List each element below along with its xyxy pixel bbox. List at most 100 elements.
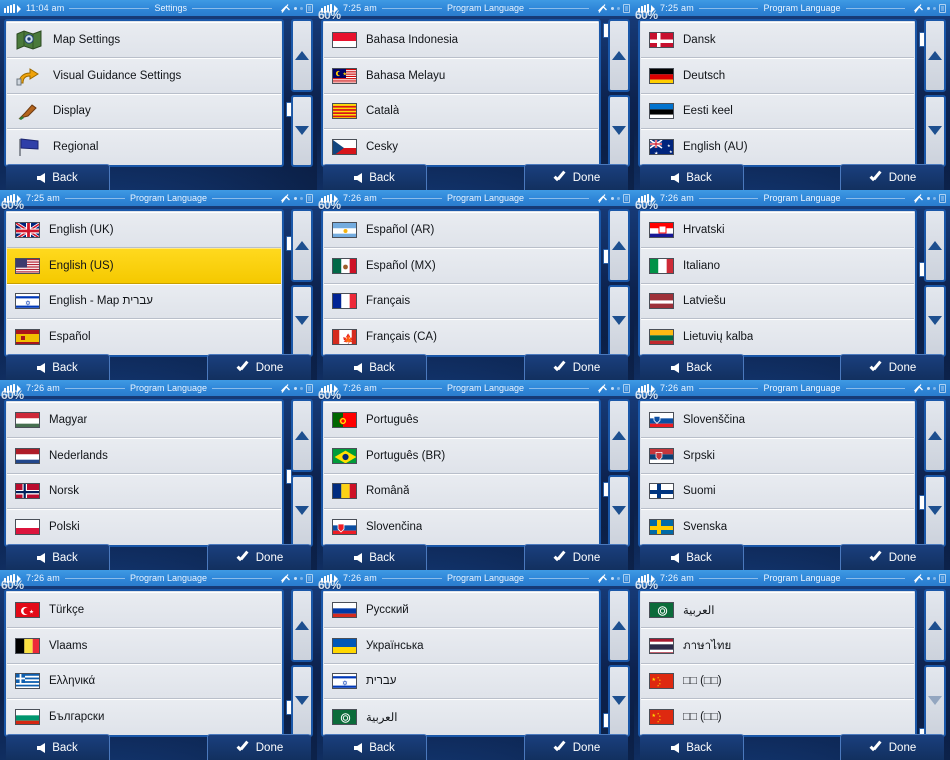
back-button[interactable]: Back (6, 354, 110, 380)
back-button[interactable]: Back (6, 544, 110, 570)
done-button[interactable]: Done (207, 544, 311, 570)
flag-hungary-icon (15, 411, 40, 428)
list-item[interactable]: ภาษาไทย (641, 627, 914, 664)
done-button[interactable]: Done (207, 354, 311, 380)
scroll-up-button[interactable] (924, 589, 946, 662)
list-item[interactable]: Srpski (641, 437, 914, 474)
scrollbar-thumb[interactable] (603, 481, 609, 497)
scrollbar[interactable] (286, 209, 313, 357)
scroll-up-button[interactable] (924, 209, 946, 282)
scrollbar-thumb[interactable] (919, 32, 925, 48)
scrollbar[interactable] (286, 19, 313, 167)
list-item[interactable]: العربية (641, 592, 914, 628)
list-item[interactable]: English (UK) (7, 212, 281, 248)
list-item[interactable]: Català (324, 93, 598, 130)
back-button[interactable]: Back (640, 734, 744, 760)
battery-icon (939, 3, 947, 13)
list-item[interactable]: Eesti keel (641, 93, 914, 130)
list-item[interactable]: ★ Türkçe (7, 592, 281, 628)
list-item[interactable]: Nederlands (7, 437, 281, 474)
status-dot-dim-icon (617, 196, 621, 200)
done-button[interactable]: Done (840, 164, 944, 190)
list-item[interactable]: Русский (324, 592, 598, 628)
scroll-up-button[interactable] (608, 19, 630, 92)
list-item[interactable]: ★ ★ ★ ★ ★ □□ (□□) (641, 663, 914, 700)
done-button[interactable]: Done (207, 734, 311, 760)
device-screen: 7:25 am Program Language 60% Bahasa Indones… (317, 0, 634, 190)
back-button[interactable]: Back (640, 164, 744, 190)
scroll-up-button[interactable] (608, 399, 630, 472)
scroll-up-button[interactable] (924, 19, 946, 92)
list-item[interactable]: Map Settings (7, 22, 281, 58)
list-item[interactable]: Español (AR) (324, 212, 598, 248)
scroll-up-button[interactable] (924, 399, 946, 472)
scrollbar-thumb[interactable] (919, 262, 925, 278)
list-item[interactable]: Ελληνικά (7, 663, 281, 700)
scrollbar-thumb[interactable] (286, 235, 292, 251)
back-button[interactable]: Back (6, 164, 110, 190)
scrollbar-thumb[interactable] (286, 700, 292, 715)
list-item[interactable]: Norsk (7, 473, 281, 510)
done-button[interactable]: Done (524, 354, 628, 380)
scrollbar-thumb[interactable] (286, 101, 292, 117)
done-button[interactable]: Done (524, 164, 628, 190)
back-button[interactable]: Back (640, 544, 744, 570)
back-button[interactable]: Back (323, 734, 427, 760)
scrollbar[interactable] (919, 399, 946, 547)
gps-no-signal-icon (597, 573, 608, 584)
scrollbar[interactable] (603, 399, 630, 547)
list-item[interactable]: Deutsch (641, 57, 914, 94)
scrollbar-thumb[interactable] (919, 495, 925, 511)
list-item[interactable]: Latviešu (641, 283, 914, 320)
list-item[interactable]: ✡ עברית (324, 663, 598, 700)
list-item[interactable]: Hrvatski (641, 212, 914, 248)
scrollbar-thumb[interactable] (603, 248, 609, 264)
scrollbar[interactable] (603, 589, 630, 737)
list-item[interactable]: English (US) (7, 247, 281, 284)
scrollbar[interactable] (919, 589, 946, 744)
list-item[interactable]: Vlaams (7, 627, 281, 664)
list-item[interactable]: Magyar (7, 402, 281, 438)
scroll-up-button[interactable] (291, 399, 313, 472)
done-button[interactable]: Done (840, 544, 944, 570)
list-item[interactable]: Română (324, 473, 598, 510)
scrollbar[interactable] (919, 209, 946, 357)
list-item[interactable]: Español (MX) (324, 247, 598, 284)
list-item[interactable]: Display (7, 93, 281, 130)
list-item[interactable]: Dansk (641, 22, 914, 58)
scroll-up-button[interactable] (291, 19, 313, 92)
scrollbar[interactable] (286, 399, 313, 547)
done-button[interactable]: Done (840, 354, 944, 380)
scrollbar[interactable] (603, 209, 630, 357)
scroll-up-button[interactable] (608, 589, 630, 662)
list-item[interactable]: Bahasa Indonesia (324, 22, 598, 58)
list-item[interactable]: Visual Guidance Settings (7, 57, 281, 94)
scrollbar[interactable] (919, 19, 946, 167)
gps-no-signal-icon (597, 3, 608, 14)
done-button[interactable]: Done (840, 734, 944, 760)
list-item[interactable]: Suomi (641, 473, 914, 510)
chevron-up-icon (295, 50, 309, 60)
back-button[interactable]: Back (323, 544, 427, 570)
scroll-up-button[interactable] (608, 209, 630, 282)
list-item[interactable]: Português (324, 402, 598, 438)
scrollbar-thumb[interactable] (286, 468, 292, 484)
back-button[interactable]: Back (6, 734, 110, 760)
scroll-up-button[interactable] (291, 209, 313, 282)
list-item[interactable]: Українська (324, 627, 598, 664)
scrollbar[interactable] (286, 589, 313, 737)
list-item[interactable]: Italiano (641, 247, 914, 284)
back-button[interactable]: Back (323, 164, 427, 190)
list-item[interactable]: ★ Bahasa Melayu (324, 57, 598, 94)
scrollbar-thumb[interactable] (603, 23, 609, 39)
list-item[interactable]: Slovenščina (641, 402, 914, 438)
back-button[interactable]: Back (640, 354, 744, 380)
list-item[interactable]: Português (BR) (324, 437, 598, 474)
scrollbar[interactable] (603, 19, 630, 167)
done-button[interactable]: Done (524, 544, 628, 570)
done-button[interactable]: Done (524, 734, 628, 760)
scroll-up-button[interactable] (291, 589, 313, 662)
list-item[interactable]: ✡ English - Map עברית (7, 283, 281, 320)
list-item[interactable]: Français (324, 283, 598, 320)
back-button[interactable]: Back (323, 354, 427, 380)
